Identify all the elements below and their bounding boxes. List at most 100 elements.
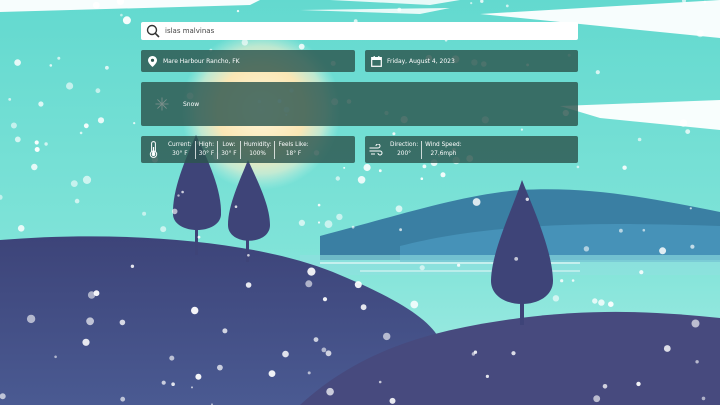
snowflake	[133, 122, 136, 125]
snowflake	[317, 203, 321, 207]
snowflake	[82, 175, 92, 184]
snowflake	[307, 267, 316, 276]
snowflake	[177, 194, 180, 197]
map-pin-icon	[141, 55, 163, 67]
current-temp-label: Current:	[168, 141, 192, 148]
search-bar[interactable]	[141, 22, 578, 40]
snowflake	[642, 228, 646, 232]
snowflake	[470, 1, 473, 5]
snowflake	[181, 190, 184, 194]
snowflake	[122, 16, 131, 25]
wind-speed-label: Wind Speed:	[425, 141, 462, 148]
snowflake	[505, 4, 509, 8]
snowflake	[602, 384, 608, 389]
snowflake	[471, 352, 476, 356]
low-temp-value: 30° F	[221, 150, 237, 157]
snowflake	[191, 306, 199, 315]
snowflake	[395, 205, 403, 213]
search-icon[interactable]	[143, 22, 163, 40]
search-input[interactable]	[163, 23, 578, 39]
snowflake	[696, 29, 704, 38]
snowflake	[583, 246, 590, 252]
snowflake	[92, 1, 100, 9]
snowflake	[54, 355, 57, 359]
snowflake	[298, 43, 305, 50]
feels-like: Feels Like: 18° F	[275, 139, 311, 160]
snowflake	[659, 247, 667, 255]
snowflake	[336, 213, 343, 221]
snowflake	[595, 70, 600, 75]
snowflake	[326, 387, 334, 396]
snowflake	[241, 39, 248, 46]
snowflake	[245, 282, 252, 288]
snowflake	[560, 279, 564, 283]
snowflake	[282, 350, 289, 358]
snowflake	[14, 59, 21, 66]
snowflake	[598, 299, 605, 306]
snowflake	[360, 304, 367, 311]
snowflake	[105, 65, 109, 70]
snowflake-icon	[141, 97, 183, 111]
snowflake	[79, 131, 83, 135]
snowflake	[383, 332, 391, 341]
snowflake	[679, 119, 688, 127]
snowflake	[234, 205, 238, 208]
snowflake	[685, 129, 691, 135]
snowflake	[552, 295, 560, 302]
wind-direction-value: 200°	[397, 150, 412, 157]
location-panel: Mare Harbour Rancho, FK	[141, 50, 355, 72]
low-temp-label: Low:	[222, 141, 236, 148]
snowflake	[160, 226, 167, 233]
snowflake	[34, 140, 39, 145]
snowflake	[520, 128, 524, 131]
snowflake	[97, 117, 105, 124]
snowflake	[305, 280, 313, 288]
snowflake	[66, 82, 74, 90]
snowflake	[217, 364, 223, 371]
wind-panel: Direction: 200° Wind Speed: 27.6mph	[365, 136, 578, 163]
snowflake	[422, 164, 427, 169]
snowflake	[485, 374, 489, 378]
snowflake	[119, 319, 126, 326]
snowflake	[298, 219, 305, 226]
snowflake	[335, 176, 340, 181]
snowflake	[619, 228, 623, 233]
location-text: Mare Harbour Rancho, FK	[163, 57, 240, 65]
snowflake	[399, 228, 402, 232]
snowflake	[440, 172, 446, 178]
date-panel: Friday, August 4, 2023	[365, 50, 578, 72]
snowflake	[86, 317, 94, 326]
snowflake	[169, 355, 175, 361]
snowflake	[268, 370, 276, 377]
snowflake	[622, 165, 627, 170]
snowflake	[10, 122, 17, 129]
snowflake	[703, 0, 707, 4]
snowflake	[38, 101, 44, 107]
snowflake	[120, 396, 126, 402]
wind-direction: Direction: 200°	[387, 139, 421, 160]
snowflake	[8, 98, 12, 101]
snowflake	[31, 163, 38, 171]
snowflake	[389, 397, 396, 404]
snowflake	[70, 180, 78, 188]
snowflake	[351, 225, 355, 229]
snowflake	[307, 371, 311, 375]
snowflake	[608, 301, 614, 308]
snowflake	[357, 176, 366, 184]
snowflake	[93, 290, 100, 297]
snowflake	[17, 225, 25, 232]
snowflake	[511, 351, 516, 356]
snowflake	[322, 297, 328, 302]
snowflake	[695, 360, 699, 364]
date-text: Friday, August 4, 2023	[387, 57, 455, 65]
snowflake	[514, 257, 519, 261]
snowflake	[247, 254, 250, 257]
snowflake	[161, 380, 166, 385]
snowflake	[701, 396, 706, 401]
snowflake	[26, 314, 36, 324]
snowflake	[378, 169, 382, 173]
snowflake	[321, 347, 327, 353]
snowflake	[637, 137, 642, 142]
snowflake	[313, 337, 319, 342]
snowflake	[410, 300, 419, 309]
